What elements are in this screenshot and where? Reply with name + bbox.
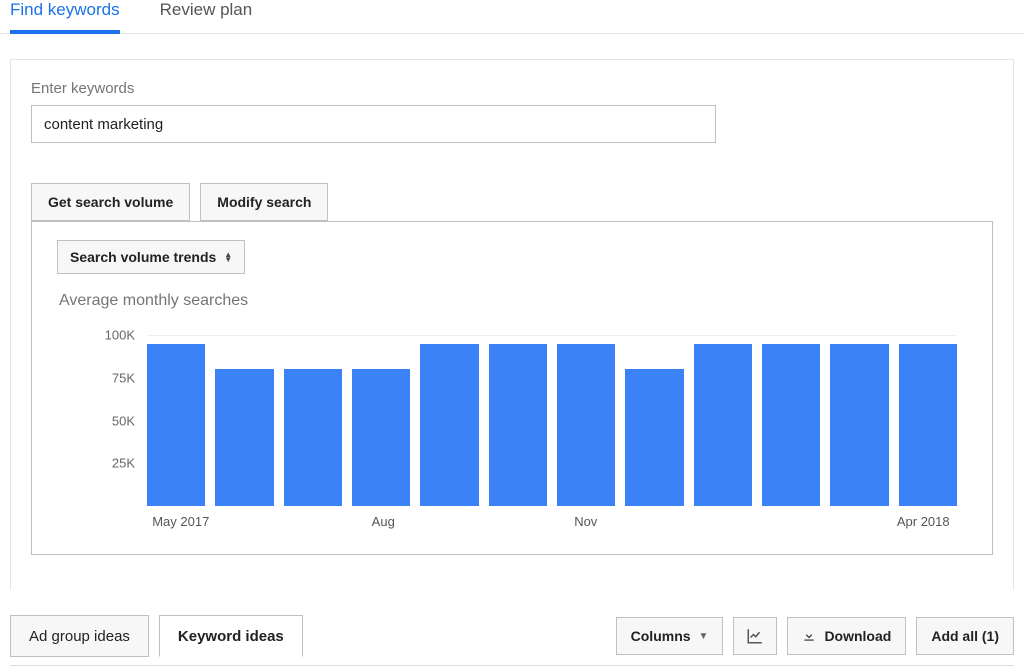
x-tick	[417, 514, 485, 529]
chart-title: Average monthly searches	[59, 292, 967, 310]
x-tick	[485, 514, 553, 529]
add-all-button[interactable]: Add all (1)	[916, 617, 1014, 655]
download-button[interactable]: Download	[787, 617, 906, 655]
x-tick	[755, 514, 823, 529]
keywords-label: Enter keywords	[31, 80, 993, 97]
x-tick: May 2017	[147, 514, 215, 529]
action-buttons: Get search volume Modify search	[31, 183, 993, 221]
chart-bar	[489, 344, 547, 506]
y-tick: 75K	[112, 370, 135, 385]
chart-bar	[557, 344, 615, 506]
chart-bar	[830, 344, 888, 506]
keywords-input[interactable]	[31, 105, 716, 143]
x-tick	[215, 514, 283, 529]
chart-panel: Search volume trends ▲▼ Average monthly …	[31, 221, 993, 555]
chart-trend-dropdown[interactable]: Search volume trends ▲▼	[57, 240, 245, 274]
tab-keyword-ideas[interactable]: Keyword ideas	[159, 615, 303, 657]
x-tick: Nov	[552, 514, 620, 529]
caret-down-icon: ▼	[699, 631, 709, 642]
columns-dropdown[interactable]: Columns ▼	[616, 617, 724, 655]
chart-bars	[147, 316, 957, 506]
tab-find-keywords[interactable]: Find keywords	[10, 0, 120, 34]
y-axis: 100K 75K 50K 25K	[57, 316, 147, 506]
x-tick	[282, 514, 350, 529]
dropdown-label: Search volume trends	[70, 249, 216, 265]
button-label: Modify search	[217, 194, 311, 210]
main-panel: Enter keywords Get search volume Modify …	[10, 59, 1014, 590]
y-tick: 50K	[112, 413, 135, 428]
y-tick: 25K	[112, 456, 135, 471]
x-tick	[687, 514, 755, 529]
chart-area: 100K 75K 50K 25K	[57, 316, 967, 506]
bottom-row: Ad group ideas Keyword ideas Columns ▼ D…	[10, 615, 1014, 657]
chart-bar	[215, 369, 273, 506]
line-chart-icon	[746, 627, 764, 645]
x-tick: Apr 2018	[890, 514, 958, 529]
x-tick	[620, 514, 688, 529]
x-tick	[822, 514, 890, 529]
y-tick: 100K	[105, 328, 135, 343]
x-axis: May 2017 Aug Nov Apr 2018	[57, 514, 967, 529]
chart-bar	[762, 344, 820, 506]
chart-bar	[694, 344, 752, 506]
tab-review-plan[interactable]: Review plan	[160, 0, 253, 33]
chart-bar	[352, 369, 410, 506]
chart-bar	[147, 344, 205, 506]
chart-bar	[625, 369, 683, 506]
updown-sort-icon: ▲▼	[224, 252, 232, 262]
x-tick: Aug	[350, 514, 418, 529]
button-label: Get search volume	[48, 194, 173, 210]
chart-toggle-button[interactable]	[733, 617, 777, 655]
tab-ad-group-ideas[interactable]: Ad group ideas	[10, 615, 149, 657]
modify-search-button[interactable]: Modify search	[200, 183, 328, 221]
top-tabs: Find keywords Review plan	[0, 0, 1024, 34]
chart-bar	[899, 344, 957, 506]
chart-bar	[284, 369, 342, 506]
chart-bar	[420, 344, 478, 506]
get-search-volume-button[interactable]: Get search volume	[31, 183, 190, 221]
download-icon	[802, 629, 816, 643]
